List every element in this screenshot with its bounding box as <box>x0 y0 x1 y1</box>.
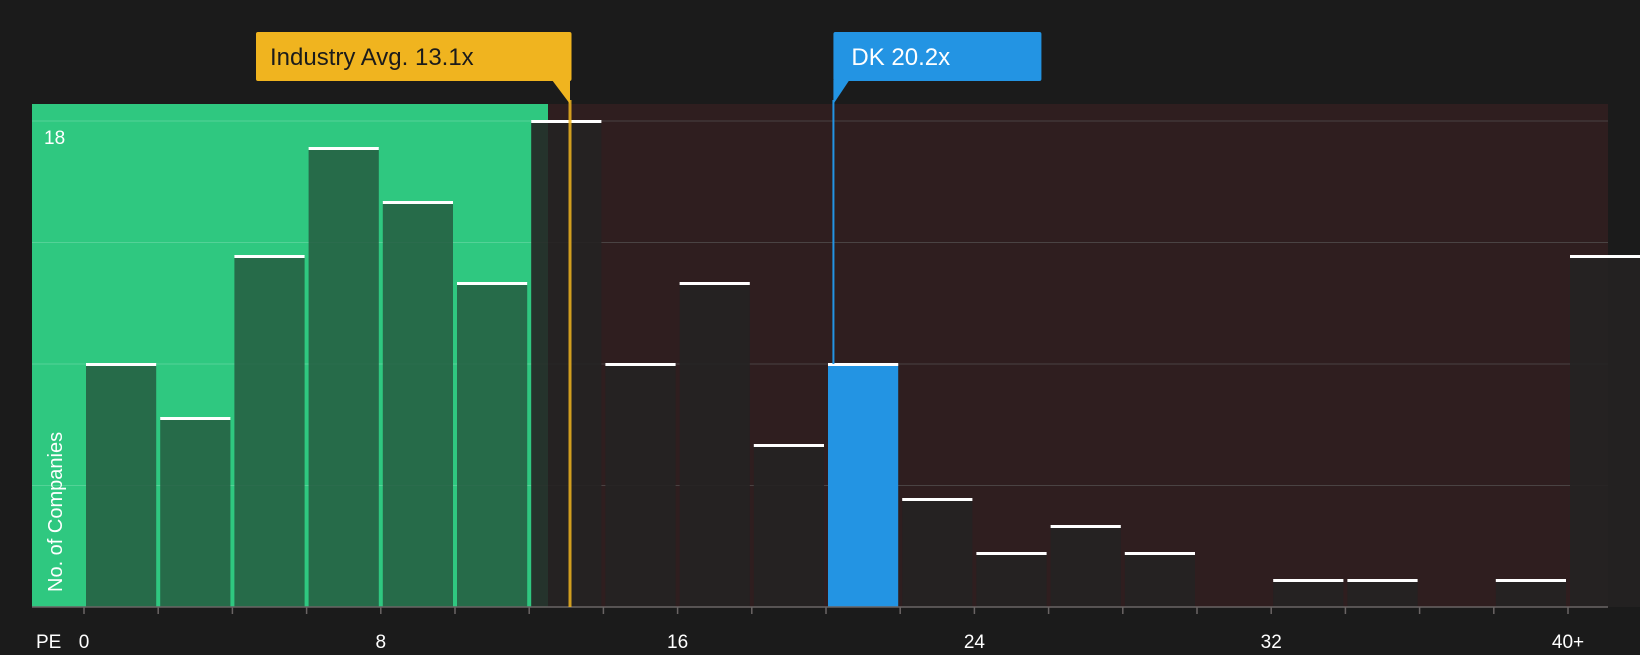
x-tick-label: 8 <box>376 632 387 650</box>
histogram-bar <box>1050 526 1121 607</box>
bar-cap <box>976 552 1047 555</box>
histogram-bar <box>828 364 899 607</box>
x-tick-label: 40+ <box>1552 632 1584 650</box>
bar-cap <box>160 417 231 420</box>
company-pe-label: DK 20.2x <box>851 44 950 71</box>
bar-cap <box>902 498 973 501</box>
histogram-bar <box>976 553 1047 607</box>
histogram-bar <box>679 283 750 607</box>
industry-avg-label: Industry Avg. 13.1x <box>270 44 474 71</box>
histogram-bar <box>1347 580 1418 607</box>
bar-cap <box>86 363 157 366</box>
histogram-bar <box>1273 580 1344 607</box>
bar-cap <box>308 147 379 150</box>
histogram-bar <box>1495 580 1566 607</box>
x-axis-label: PE <box>36 632 61 650</box>
x-tick-label: 32 <box>1261 632 1282 650</box>
histogram-bar <box>457 283 528 607</box>
bar-cap <box>1347 579 1418 582</box>
x-tick-label: 24 <box>964 632 986 650</box>
bar-cap <box>234 255 305 258</box>
company-pe-line <box>832 100 835 364</box>
chart-canvas: 0 8 16 24 32 40+ Industry Avg. 13.1x DK 20.2x … <box>32 32 1640 653</box>
bar-cap <box>828 363 899 366</box>
histogram-bar <box>753 445 824 607</box>
x-tick-label: 16 <box>667 632 688 650</box>
bar-cap <box>1495 579 1566 582</box>
bar-cap <box>457 282 528 285</box>
bar-cap <box>531 120 602 123</box>
x-axis: 0 8 16 24 32 40+ <box>32 606 1608 653</box>
bar-cap <box>1124 552 1195 555</box>
bar-cap <box>753 444 824 447</box>
histogram-bar <box>1124 553 1195 607</box>
histogram-bar <box>308 148 379 607</box>
bar-cap <box>605 363 676 366</box>
bar-cap <box>382 201 453 204</box>
histogram-bar <box>605 364 676 607</box>
bar-cap <box>679 282 750 285</box>
histogram-bar <box>531 121 602 607</box>
y-max-tick-label: 18 <box>44 128 65 149</box>
industry-avg-pointer <box>552 80 571 104</box>
histogram-bar <box>1570 256 1640 607</box>
histogram-bar <box>86 364 157 607</box>
bar-cap <box>1570 255 1640 258</box>
histogram-bar <box>382 202 453 607</box>
histogram-bar <box>902 499 973 607</box>
x-tick-label: 0 <box>79 632 90 650</box>
bar-cap <box>1273 579 1344 582</box>
y-axis-label: No. of Companies <box>45 432 67 592</box>
histogram-bar <box>234 256 305 607</box>
industry-avg-line <box>568 100 572 607</box>
histogram-bar <box>160 418 231 607</box>
pe-distribution-chart: 0 8 16 24 32 40+ Industry Avg. 13.1x DK 20.2x … <box>0 0 1640 653</box>
company-pe-pointer <box>833 80 850 104</box>
bar-cap <box>1050 525 1121 528</box>
